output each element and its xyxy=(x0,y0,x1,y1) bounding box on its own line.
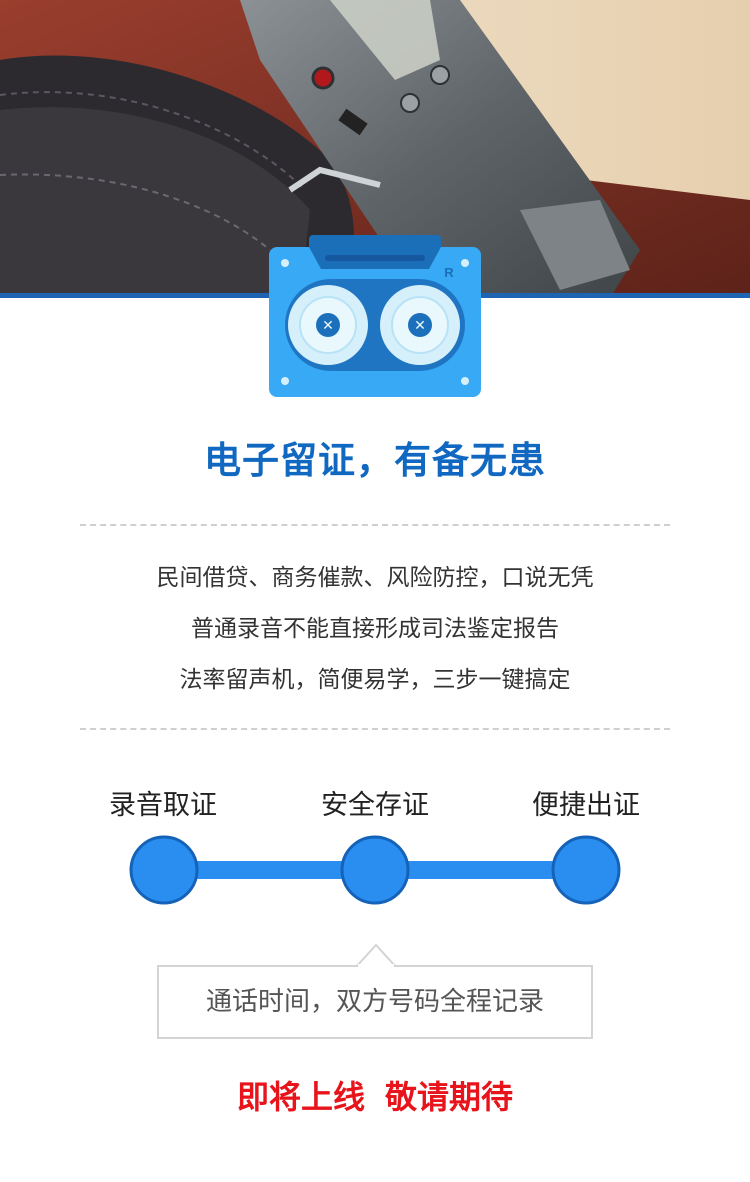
step-dot-1[interactable] xyxy=(129,835,199,905)
cassette-tape-icon: ✕ ✕ R xyxy=(269,235,481,397)
dashed-divider-top xyxy=(80,524,670,526)
svg-text:✕: ✕ xyxy=(414,318,426,334)
callout-pointer-mask xyxy=(358,964,394,968)
steps-timeline xyxy=(120,830,630,910)
description-block: 民间借贷、商务催款、风险防控，口说无凭 普通录音不能直接形成司法鉴定报告 法率留… xyxy=(0,558,750,711)
step-label-store: 安全存证 xyxy=(321,790,429,821)
description-line-2: 普通录音不能直接形成司法鉴定报告 xyxy=(191,616,559,642)
step-dot-3[interactable] xyxy=(551,835,621,905)
svg-text:✕: ✕ xyxy=(322,318,334,334)
page-title: 电子留证，有备无患 xyxy=(204,439,546,482)
callout-box: 通话时间，双方号码全程记录 xyxy=(157,965,593,1039)
callout-text: 通话时间，双方号码全程记录 xyxy=(205,987,544,1017)
coming-soon-banner: 即将上线 敬请期待 xyxy=(0,1072,750,1118)
step-label-record: 录音取证 xyxy=(109,790,217,821)
step-label-issue: 便捷出证 xyxy=(532,790,640,821)
stay-tuned-text: 敬请期待 xyxy=(385,1078,514,1116)
dashed-divider-bottom xyxy=(80,728,670,730)
description-line-3: 法率留声机，简便易学，三步一键搞定 xyxy=(179,667,571,693)
cassette-label: R xyxy=(444,265,454,280)
step-dot-2[interactable] xyxy=(340,835,410,905)
description-line-1: 民间借贷、商务催款、风险防控，口说无凭 xyxy=(156,565,594,591)
coming-soon-text: 即将上线 xyxy=(236,1078,365,1116)
